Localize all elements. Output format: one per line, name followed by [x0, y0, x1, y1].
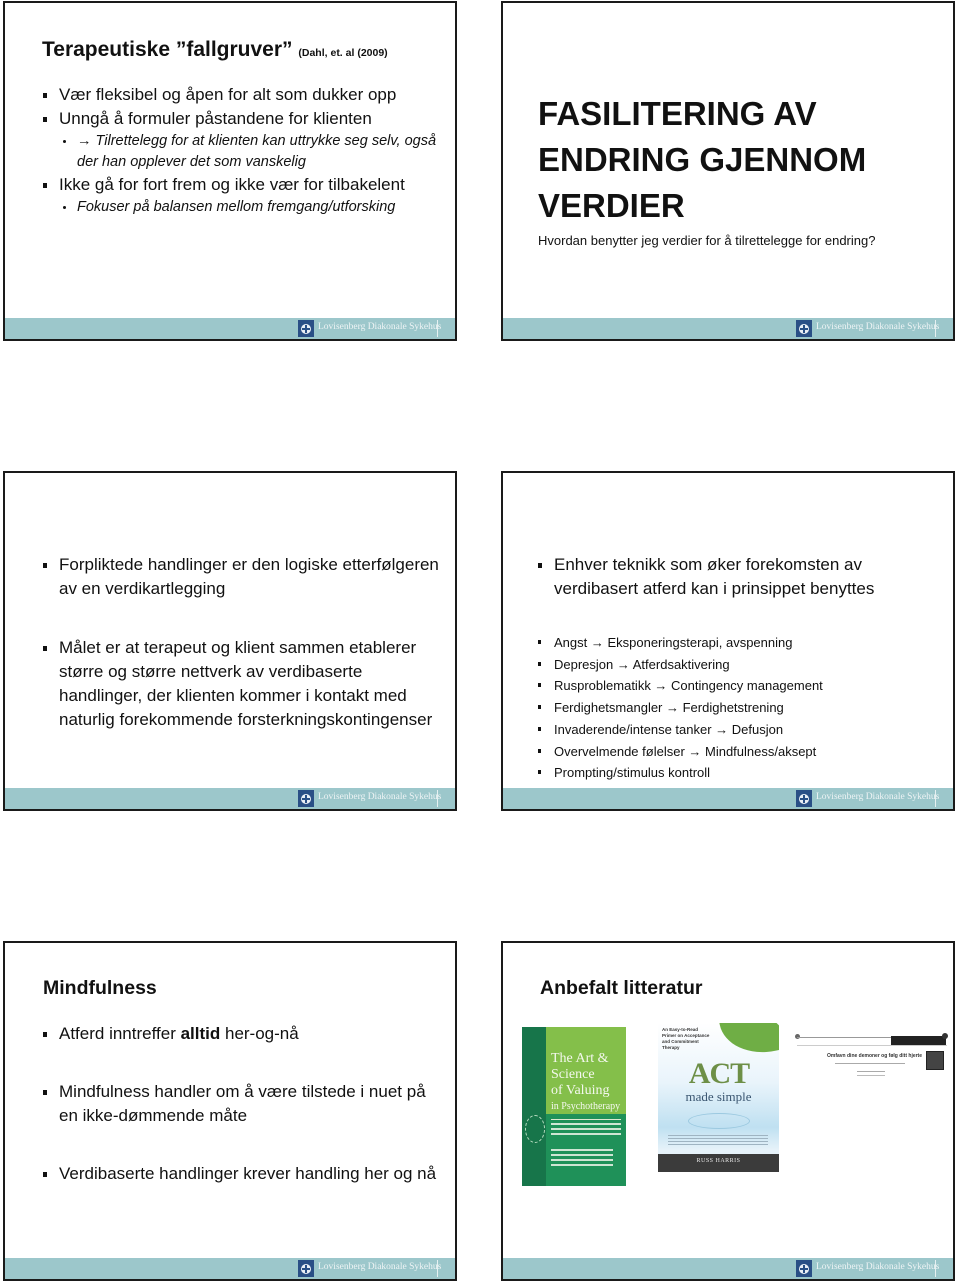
technique-item: Angst → Eksponeringsterapi, avspenning [538, 632, 948, 654]
slide-terapeutiske-fallgruver: Terapeutiske ”fallgruver” (Dahl, et. al … [3, 1, 457, 341]
book-title: The Art & Science of Valuing in Psychoth… [551, 1051, 620, 1115]
sub-bullet-item: Fokuser på balansen mellom fremgang/utfo… [43, 197, 443, 218]
water-ripple-icon [688, 1113, 750, 1129]
slide-footer: Lovisenberg Diakonale Sykehus [503, 1258, 953, 1279]
text-run: her-og-nå [220, 1024, 299, 1043]
book-blurb [668, 1133, 768, 1147]
sub-bullet-item: → Tilrettelegg for at klienten kan uttry… [43, 131, 443, 173]
footer-org-name: Lovisenberg Diakonale Sykehus [318, 792, 442, 802]
leaf-icon [717, 1023, 779, 1061]
cross-circle-logo-icon [298, 1260, 314, 1277]
book-title-line: of Valuing [551, 1083, 610, 1098]
technique-list: Angst → Eksponeringsterapi, avspenning D… [538, 632, 948, 784]
slide-title: Anbefalt litteratur [540, 977, 703, 999]
footer-org-name: Lovisenberg Diakonale Sykehus [816, 1262, 940, 1272]
bullet-item: Verdibaserte handlinger krever handling … [43, 1162, 443, 1186]
bullet-list: Atferd inntreffer alltid her-og-nå Mindf… [43, 1022, 443, 1186]
footer-divider [935, 1260, 936, 1277]
slide-footer: Lovisenberg Diakonale Sykehus [503, 318, 953, 339]
bullet-item: Målet er at terapeut og klient sammen et… [43, 636, 443, 732]
bullet-item: Forpliktede handlinger er den logiske et… [43, 553, 443, 601]
book-primer: An Easy-to-Read Primer on Acceptance and… [662, 1027, 710, 1050]
book-authors [551, 1146, 613, 1169]
slide-footer: Lovisenberg Diakonale Sykehus [5, 318, 455, 339]
title-text: Terapeutiske ”fallgruver” [42, 38, 293, 61]
section-title: FASILITERING AV ENDRING GJENNOM VERDIER [538, 95, 867, 224]
bullet-item: Ikke gå for fort frem og ikke vær for ti… [43, 173, 443, 197]
cross-circle-logo-icon [298, 320, 314, 337]
slide-anbefalt-litteratur: Anbefalt litteratur The Art & Science of… [501, 941, 955, 1281]
technique-item: Overvelmende følelser → Mindfulness/akse… [538, 741, 948, 763]
book-cover-omfavn-dine-demoner: Omfavn dine demoner og følg ditt hjerte [795, 1023, 950, 1093]
bullet-item: Vær fleksibel og åpen for alt som dukker… [43, 83, 443, 107]
book-title-line: Science [551, 1067, 595, 1082]
leaf-pattern-icon [525, 1115, 545, 1143]
text-line [857, 1075, 885, 1076]
footer-org-name: Lovisenberg Diakonale Sykehus [318, 1262, 442, 1272]
slide-fasilitering: FASILITERING AV ENDRING GJENNOM VERDIER … [501, 1, 955, 341]
book-description [551, 1119, 621, 1138]
section-subtitle: Hvordan benytter jeg verdier for å tilre… [538, 233, 876, 248]
bullet-list: Forpliktede handlinger er den logiske et… [43, 553, 443, 732]
footer-divider [935, 320, 936, 337]
book-author: RUSS HARRIS [696, 1158, 741, 1164]
bullet-item: Mindfulness handler om å være tilstede i… [43, 1080, 443, 1128]
slide-title: Terapeutiske ”fallgruver” (Dahl, et. al … [42, 38, 388, 62]
footer-org-name: Lovisenberg Diakonale Sykehus [816, 322, 940, 332]
emblem-icon [926, 1051, 944, 1070]
footer-divider [437, 1260, 438, 1277]
book-cover-art-science-valuing: The Art & Science of Valuing in Psychoth… [522, 1027, 626, 1186]
bullet-list: Vær fleksibel og åpen for alt som dukker… [43, 83, 443, 218]
book-spine [522, 1027, 546, 1186]
text-run: Atferd inntreffer [59, 1024, 181, 1043]
black-banner [891, 1036, 946, 1045]
cross-circle-logo-icon [796, 320, 812, 337]
technique-item: Prompting/stimulus kontroll [538, 762, 948, 784]
book-heading: Omfavn dine demoner og følg ditt hjerte [827, 1053, 923, 1059]
technique-item: Rusproblematikk → Contingency management [538, 675, 948, 697]
slide-forpliktede-handlinger: Forpliktede handlinger er den logiske et… [3, 471, 457, 811]
slide-footer: Lovisenberg Diakonale Sykehus [503, 788, 953, 809]
cross-circle-logo-icon [796, 790, 812, 807]
bullet-item: Atferd inntreffer alltid her-og-nå [43, 1022, 443, 1046]
book-cover-act-made-simple: An Easy-to-Read Primer on Acceptance and… [658, 1023, 779, 1172]
slide-mindfulness: Mindfulness Atferd inntreffer alltid her… [3, 941, 457, 1281]
technique-item: Depresjon → Atferdsaktivering [538, 654, 948, 676]
slide-footer: Lovisenberg Diakonale Sykehus [5, 1258, 455, 1279]
slide-footer: Lovisenberg Diakonale Sykehus [5, 788, 455, 809]
footer-divider [437, 320, 438, 337]
text-line [857, 1071, 885, 1072]
technique-item: Invaderende/intense tanker → Defusjon [538, 719, 948, 741]
technique-item: Ferdighetsmangler → Ferdighetstrening [538, 697, 948, 719]
book-subtitle: made simple [685, 1089, 752, 1104]
bullet-item: Enhver teknikk som øker forekomsten av v… [538, 553, 948, 601]
decorative-dot-icon [942, 1033, 948, 1039]
footer-org-name: Lovisenberg Diakonale Sykehus [318, 322, 442, 332]
cross-circle-logo-icon [796, 1260, 812, 1277]
main-bullet-list: Enhver teknikk som øker forekomsten av v… [538, 553, 948, 601]
citation: (Dahl, et. al (2009) [298, 47, 388, 59]
footer-org-name: Lovisenberg Diakonale Sykehus [816, 792, 940, 802]
book-title: ACT [688, 1057, 750, 1090]
book-title-line: in Psychotherapy [551, 1101, 621, 1112]
bullet-item: Unngå å formuler påstandene for klienten [43, 107, 443, 131]
slide-teknikker: Enhver teknikk som øker forekomsten av v… [501, 471, 955, 811]
slide-title: Mindfulness [43, 977, 157, 999]
footer-divider [437, 790, 438, 807]
bold-text-run: alltid [180, 1024, 221, 1043]
text-line [835, 1063, 905, 1064]
footer-divider [935, 790, 936, 807]
book-title-line: The Art & [551, 1051, 609, 1066]
cross-circle-logo-icon [298, 790, 314, 807]
divider-line [797, 1045, 947, 1046]
